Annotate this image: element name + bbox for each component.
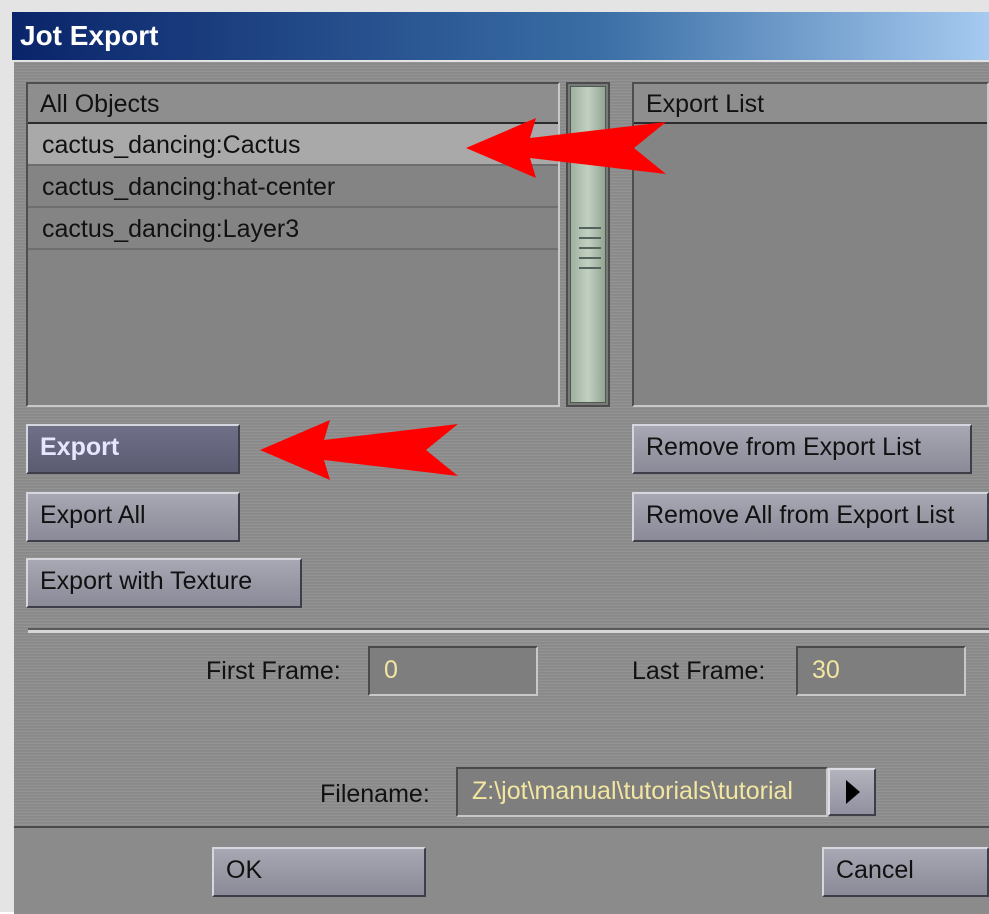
filename-browse-button[interactable] xyxy=(828,768,876,816)
filename-input[interactable]: Z:\jot\manual\tutorials\tutorial xyxy=(456,767,828,817)
window-title: Jot Export xyxy=(12,12,989,60)
remove-all-from-export-list-button[interactable]: Remove All from Export List xyxy=(632,492,989,542)
export-list[interactable]: Export List xyxy=(632,82,989,407)
export-with-texture-button[interactable]: Export with Texture xyxy=(26,558,302,608)
export-button[interactable]: Export xyxy=(26,424,240,474)
remove-from-export-list-button[interactable]: Remove from Export List xyxy=(632,424,972,474)
grip-line xyxy=(579,237,601,239)
grip-line xyxy=(579,257,601,259)
grip-line xyxy=(579,227,601,229)
export-list-header: Export List xyxy=(634,84,987,124)
first-frame-label: First Frame: xyxy=(206,657,341,685)
annotation-arrow-icon xyxy=(260,420,458,480)
export-all-button[interactable]: Export All xyxy=(26,492,240,542)
cancel-button[interactable]: Cancel xyxy=(822,847,989,897)
play-arrow-icon xyxy=(846,780,860,804)
filename-label: Filename: xyxy=(320,780,430,808)
annotation-arrow-icon xyxy=(466,118,666,178)
last-frame-label: Last Frame: xyxy=(632,657,766,685)
list-item[interactable]: cactus_dancing:Layer3 xyxy=(28,208,558,250)
last-frame-input[interactable]: 30 xyxy=(796,646,966,696)
ok-button[interactable]: OK xyxy=(212,847,426,897)
divider xyxy=(28,628,989,633)
grip-line xyxy=(579,247,601,249)
jot-export-dialog: Jot Export All Objects cactus_dancing:Ca… xyxy=(0,0,989,914)
first-frame-input[interactable]: 0 xyxy=(368,646,538,696)
grip-line xyxy=(579,267,601,269)
